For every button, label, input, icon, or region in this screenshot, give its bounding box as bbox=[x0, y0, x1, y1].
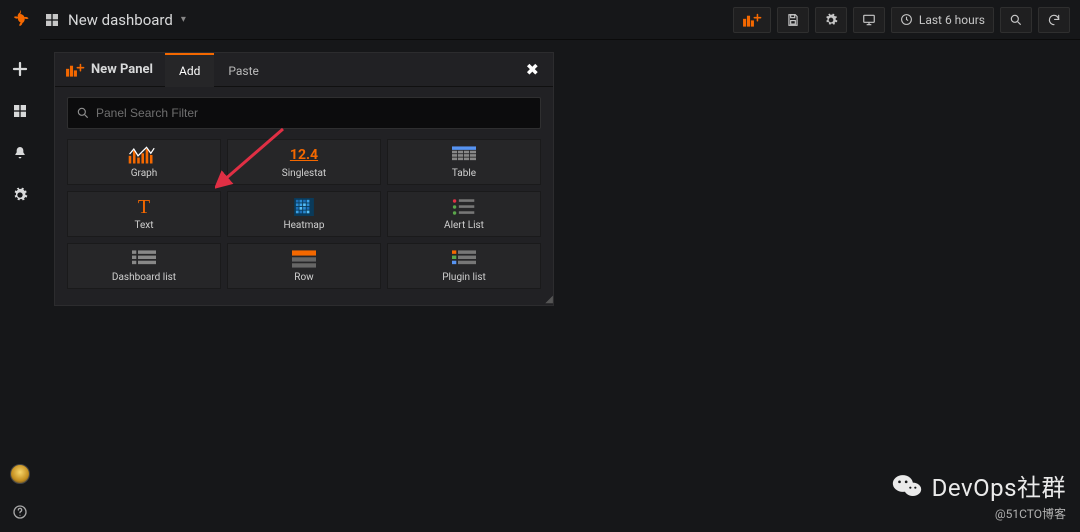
plus-icon[interactable] bbox=[11, 60, 29, 78]
watermark: DevOps社群 @51CTO博客 bbox=[892, 468, 1066, 522]
panel-graph-label: Graph bbox=[131, 168, 158, 179]
heatmap-icon bbox=[294, 197, 314, 217]
sidebar-nav bbox=[11, 60, 29, 204]
panel-row[interactable]: Row bbox=[227, 243, 381, 289]
resize-handle[interactable]: ◢ bbox=[545, 297, 551, 303]
panel-singlestat[interactable]: 12.4 Singlestat bbox=[227, 139, 381, 185]
dashboard-title-dropdown[interactable]: New dashboard ▾ bbox=[44, 11, 186, 29]
timerange-button[interactable]: Last 6 hours bbox=[891, 7, 994, 33]
new-panel-text: New Panel bbox=[91, 62, 153, 77]
help-icon[interactable] bbox=[12, 504, 28, 520]
watermark-subtitle: @51CTO博客 bbox=[995, 505, 1066, 522]
alerts-icon[interactable] bbox=[11, 144, 29, 162]
panel-heatmap-label: Heatmap bbox=[284, 220, 325, 231]
dashboard-title-text: New dashboard bbox=[68, 11, 173, 29]
panel-type-grid: Graph 12.4 Singlestat bbox=[67, 139, 541, 289]
refresh-icon bbox=[1047, 13, 1061, 27]
plugin-list-icon bbox=[452, 249, 476, 269]
panel-search[interactable] bbox=[67, 97, 541, 129]
gear-icon bbox=[824, 13, 838, 27]
row-icon bbox=[292, 249, 316, 269]
table-icon bbox=[452, 145, 476, 165]
topbar-actions: Last 6 hours bbox=[733, 7, 1070, 33]
add-panel-button[interactable] bbox=[733, 7, 771, 33]
timerange-label: Last 6 hours bbox=[919, 13, 985, 27]
sidebar-bottom bbox=[10, 464, 30, 532]
add-panel-header: New Panel Add Paste ✖ bbox=[55, 53, 553, 87]
refresh-button[interactable] bbox=[1038, 7, 1070, 33]
panel-pluginlist[interactable]: Plugin list bbox=[387, 243, 541, 289]
topbar: New dashboard ▾ bbox=[40, 0, 1080, 40]
tab-paste[interactable]: Paste bbox=[214, 53, 273, 87]
main-area: New dashboard ▾ bbox=[40, 0, 1080, 532]
close-icon: ✖ bbox=[526, 60, 539, 79]
tab-add[interactable]: Add bbox=[165, 53, 214, 87]
monitor-icon bbox=[862, 13, 876, 27]
alert-list-icon bbox=[452, 197, 476, 217]
panel-dashboardlist[interactable]: Dashboard list bbox=[67, 243, 221, 289]
search-icon bbox=[76, 106, 90, 120]
add-panel-tabs: Add Paste bbox=[165, 53, 273, 87]
caret-down-icon: ▾ bbox=[181, 14, 186, 25]
panel-text-label: Text bbox=[134, 220, 153, 231]
panel-heatmap[interactable]: Heatmap bbox=[227, 191, 381, 237]
panel-table-label: Table bbox=[452, 168, 476, 179]
panel-text[interactable]: T Text bbox=[67, 191, 221, 237]
settings-button[interactable] bbox=[815, 7, 847, 33]
panel-pluginlist-label: Plugin list bbox=[442, 272, 486, 283]
panel-alertlist[interactable]: Alert List bbox=[387, 191, 541, 237]
panel-graph[interactable]: Graph bbox=[67, 139, 221, 185]
close-button[interactable]: ✖ bbox=[512, 53, 553, 87]
user-avatar[interactable] bbox=[10, 464, 30, 484]
zoom-out-icon bbox=[1009, 13, 1023, 27]
singlestat-icon: 12.4 bbox=[290, 145, 318, 165]
save-icon bbox=[786, 13, 800, 27]
add-panel-box: New Panel Add Paste ✖ bbox=[54, 52, 554, 306]
save-button[interactable] bbox=[777, 7, 809, 33]
wechat-icon bbox=[892, 471, 922, 501]
graph-icon bbox=[127, 145, 161, 165]
add-panel-body: Graph 12.4 Singlestat bbox=[55, 87, 553, 305]
dashboards-icon[interactable] bbox=[11, 102, 29, 120]
dashboard-content: New Panel Add Paste ✖ bbox=[40, 40, 1080, 318]
panel-search-input[interactable] bbox=[96, 106, 532, 120]
left-sidebar bbox=[0, 0, 40, 532]
new-panel-label: New Panel bbox=[55, 53, 165, 86]
panel-table[interactable]: Table bbox=[387, 139, 541, 185]
add-panel-icon bbox=[742, 13, 762, 27]
cycle-view-button[interactable] bbox=[853, 7, 885, 33]
grafana-logo-icon[interactable] bbox=[7, 6, 33, 32]
panel-alertlist-label: Alert List bbox=[444, 220, 484, 231]
gear-icon[interactable] bbox=[11, 186, 29, 204]
dashboard-grid-icon bbox=[44, 12, 60, 28]
panel-row-label: Row bbox=[294, 272, 313, 283]
clock-icon bbox=[900, 13, 913, 26]
text-icon: T bbox=[138, 197, 150, 217]
watermark-title: DevOps社群 bbox=[932, 468, 1066, 503]
panel-singlestat-label: Singlestat bbox=[282, 168, 326, 179]
dashboard-list-icon bbox=[132, 249, 156, 269]
bar-chart-plus-icon bbox=[65, 63, 85, 77]
zoom-out-button[interactable] bbox=[1000, 7, 1032, 33]
panel-dashboardlist-label: Dashboard list bbox=[112, 272, 176, 283]
